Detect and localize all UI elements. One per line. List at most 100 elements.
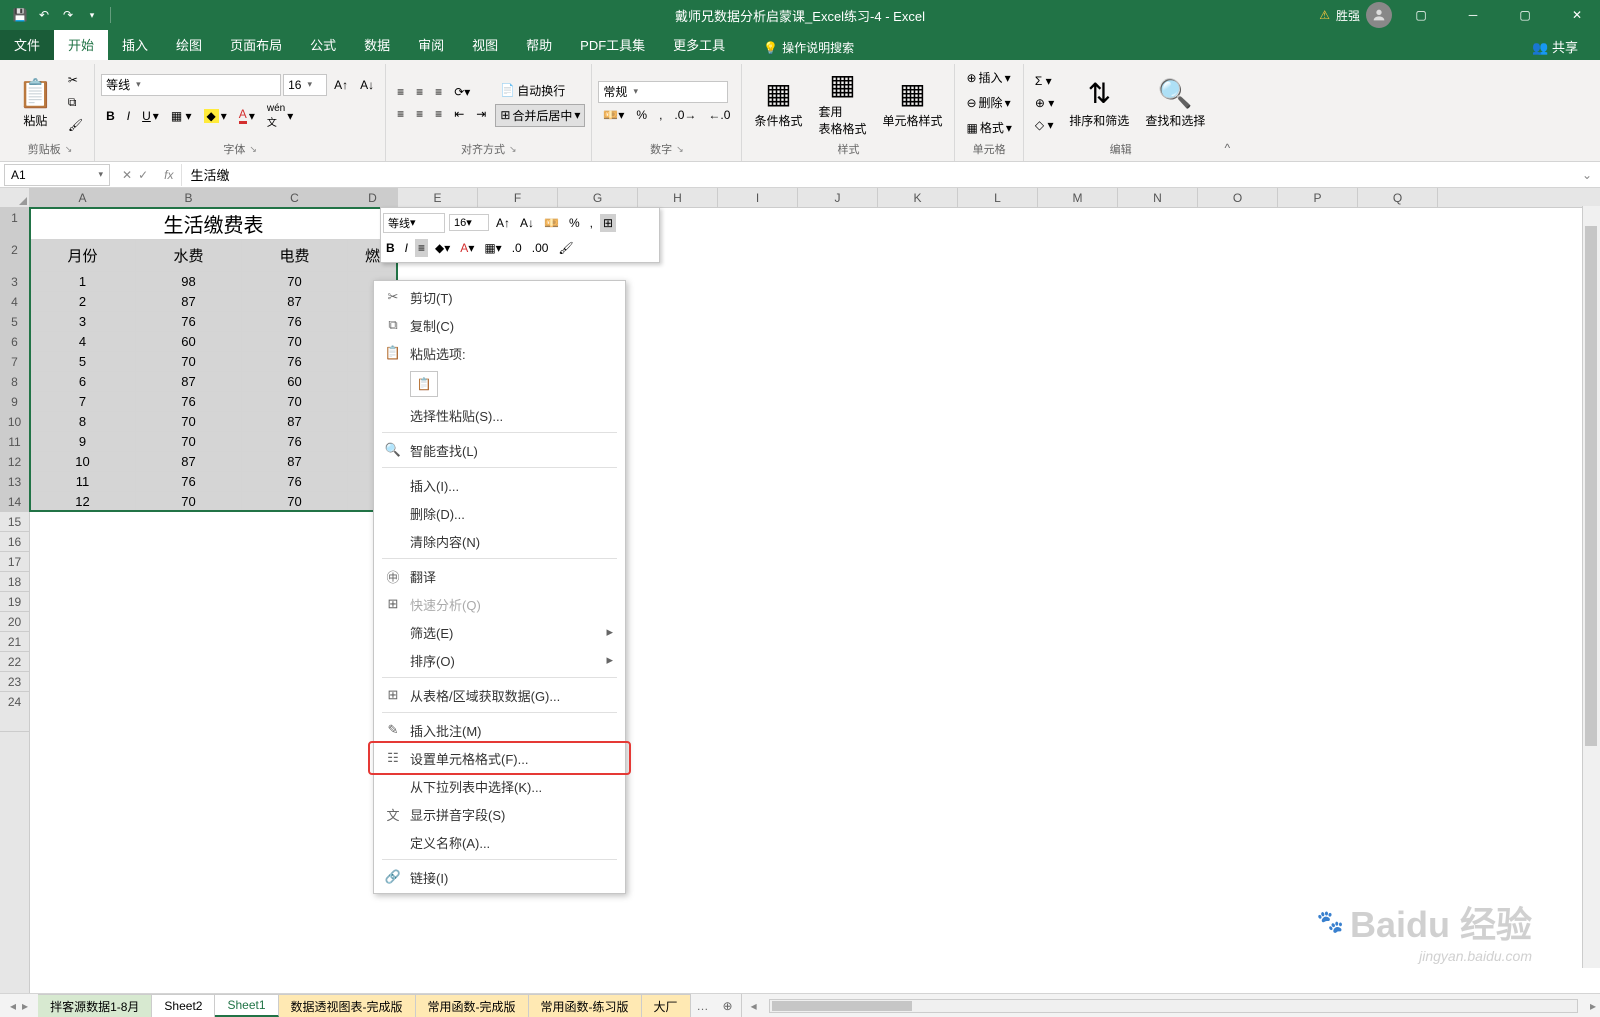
conditional-format-button[interactable]: ▦条件格式 [748, 73, 808, 133]
mini-format-painter-icon[interactable]: 🖌 [555, 239, 576, 257]
row-header-18[interactable]: 18 [0, 572, 29, 592]
sheet-tab-0[interactable]: 拌客源数据1-8月 [38, 994, 152, 1017]
collapse-ribbon-icon[interactable]: ^ [1217, 64, 1237, 161]
align-right-icon[interactable]: ≡ [430, 104, 447, 124]
warning-icon[interactable]: ⚠ [1319, 8, 1330, 22]
ctx-item-9[interactable]: 清除内容(N) [374, 527, 625, 555]
percent-icon[interactable]: % [631, 105, 652, 125]
row-header-24[interactable]: 24 [0, 692, 29, 732]
number-format-combo[interactable]: 常规▾ [598, 81, 728, 103]
insert-cells-button[interactable]: ⊕ 插入 ▾ [961, 66, 1016, 89]
save-icon[interactable]: 💾 [10, 5, 30, 25]
cell-r14-c1[interactable]: 70 [136, 492, 242, 512]
mini-border-icon[interactable]: ▦▾ [481, 239, 504, 257]
cell-header-0[interactable]: 月份 [30, 240, 136, 272]
maximize-button[interactable]: ▢ [1502, 0, 1548, 30]
ctx-item-8[interactable]: 删除(D)... [374, 499, 625, 527]
mini-inc-decimal-icon[interactable]: .0 [509, 239, 525, 257]
mini-italic-icon[interactable]: I [402, 239, 411, 257]
col-header-E[interactable]: E [398, 188, 478, 207]
cell-r7-c2[interactable]: 76 [242, 352, 348, 372]
fill-color-button[interactable]: ◆▾ [199, 100, 232, 132]
increase-font-icon[interactable]: A↑ [329, 74, 353, 96]
cell-styles-button[interactable]: ▦单元格样式 [876, 73, 948, 133]
currency-icon[interactable]: 💴▾ [598, 105, 629, 125]
row-header-7[interactable]: 7 [0, 352, 29, 372]
align-bottom-icon[interactable]: ≡ [430, 82, 447, 102]
row-header-9[interactable]: 9 [0, 392, 29, 412]
indent-decrease-icon[interactable]: ⇤ [449, 104, 469, 124]
mini-font-combo[interactable]: 等线 ▾ [383, 213, 445, 233]
row-header-22[interactable]: 22 [0, 652, 29, 672]
fx-icon[interactable]: fx [156, 168, 181, 182]
ctx-item-20[interactable]: 从下拉列表中选择(K)... [374, 772, 625, 800]
row-header-10[interactable]: 10 [0, 412, 29, 432]
underline-button[interactable]: U ▾ [137, 100, 164, 132]
indent-increase-icon[interactable]: ⇥ [471, 104, 491, 124]
cell-title[interactable]: 生活缴费表 [30, 208, 398, 240]
close-button[interactable]: ✕ [1554, 0, 1600, 30]
cell-r12-c2[interactable]: 87 [242, 452, 348, 472]
cell-r8-c1[interactable]: 87 [136, 372, 242, 392]
mini-font-color-icon[interactable]: A▾ [457, 239, 477, 257]
cell-r11-c1[interactable]: 70 [136, 432, 242, 452]
bold-button[interactable]: B [101, 100, 120, 132]
select-all-button[interactable] [0, 188, 30, 208]
cell-r11-c0[interactable]: 9 [30, 432, 136, 452]
mini-increase-font-icon[interactable]: A↑ [493, 214, 513, 232]
col-header-I[interactable]: I [718, 188, 798, 207]
number-expand-icon[interactable]: ↘ [676, 144, 684, 155]
ribbon-tab-1[interactable]: 开始 [54, 29, 108, 60]
sheet-more-icon[interactable]: … [691, 999, 715, 1013]
ctx-item-14[interactable]: 排序(O)▸ [374, 646, 625, 674]
cell-r14-c0[interactable]: 12 [30, 492, 136, 512]
row-header-3[interactable]: 3 [0, 272, 29, 292]
font-size-combo[interactable]: 16▾ [283, 74, 327, 96]
align-center-icon[interactable]: ≡ [411, 104, 428, 124]
row-header-20[interactable]: 20 [0, 612, 29, 632]
ctx-item-7[interactable]: 插入(I)... [374, 471, 625, 499]
ribbon-tab-2[interactable]: 插入 [108, 29, 162, 60]
cell-r5-c2[interactable]: 76 [242, 312, 348, 332]
hscroll-left-icon[interactable]: ◂ [747, 999, 761, 1013]
row-header-21[interactable]: 21 [0, 632, 29, 652]
cell-r13-c0[interactable]: 11 [30, 472, 136, 492]
wrap-text-button[interactable]: 📄 自动换行 [495, 79, 585, 102]
table-format-button[interactable]: ▦套用 表格格式 [812, 64, 872, 141]
sheet-tab-4[interactable]: 常用函数-完成版 [416, 994, 529, 1017]
ribbon-tab-11[interactable]: 更多工具 [659, 29, 739, 60]
cell-r12-c1[interactable]: 87 [136, 452, 242, 472]
mini-comma-icon[interactable]: , [587, 214, 596, 232]
ctx-item-1[interactable]: ⧉复制(C) [374, 311, 625, 339]
ctx-item-21[interactable]: 文显示拼音字段(S) [374, 800, 625, 828]
comma-icon[interactable]: , [654, 105, 667, 125]
col-header-J[interactable]: J [798, 188, 878, 207]
ribbon-tab-7[interactable]: 审阅 [404, 29, 458, 60]
cell-r13-c1[interactable]: 76 [136, 472, 242, 492]
increase-decimal-icon[interactable]: .0→ [669, 105, 701, 125]
cell-header-2[interactable]: 电费 [242, 240, 348, 272]
sheet-tab-3[interactable]: 数据透视图表-完成版 [279, 994, 416, 1017]
row-header-4[interactable]: 4 [0, 292, 29, 312]
vertical-scrollbar[interactable] [1582, 206, 1600, 968]
mini-bold-icon[interactable]: B [383, 239, 398, 257]
ctx-item-11[interactable]: ㊥翻译 [374, 562, 625, 590]
row-header-5[interactable]: 5 [0, 312, 29, 332]
autosum-icon[interactable]: Σ ▾ [1030, 71, 1059, 91]
cell-r7-c0[interactable]: 5 [30, 352, 136, 372]
col-header-F[interactable]: F [478, 188, 558, 207]
align-top-icon[interactable]: ≡ [392, 82, 409, 102]
confirm-icon[interactable]: ✓ [138, 168, 148, 182]
ctx-item-19[interactable]: ☷设置单元格格式(F)... [374, 744, 625, 772]
mini-size-combo[interactable]: 16 ▾ [449, 214, 489, 231]
paste-button[interactable]: 📋 粘贴 [12, 73, 59, 133]
ribbon-tab-8[interactable]: 视图 [458, 29, 512, 60]
find-select-button[interactable]: 🔍查找和选择 [1139, 73, 1211, 133]
format-painter-button[interactable]: 🖌 [63, 115, 88, 135]
border-button[interactable]: ▦ ▾ [166, 100, 197, 132]
cut-button[interactable]: ✂ [63, 70, 88, 90]
share-button[interactable]: 👥 共享 [1522, 33, 1588, 60]
ctx-item-16[interactable]: ⊞从表格/区域获取数据(G)... [374, 681, 625, 709]
cell-header-1[interactable]: 水费 [136, 240, 242, 272]
row-header-17[interactable]: 17 [0, 552, 29, 572]
